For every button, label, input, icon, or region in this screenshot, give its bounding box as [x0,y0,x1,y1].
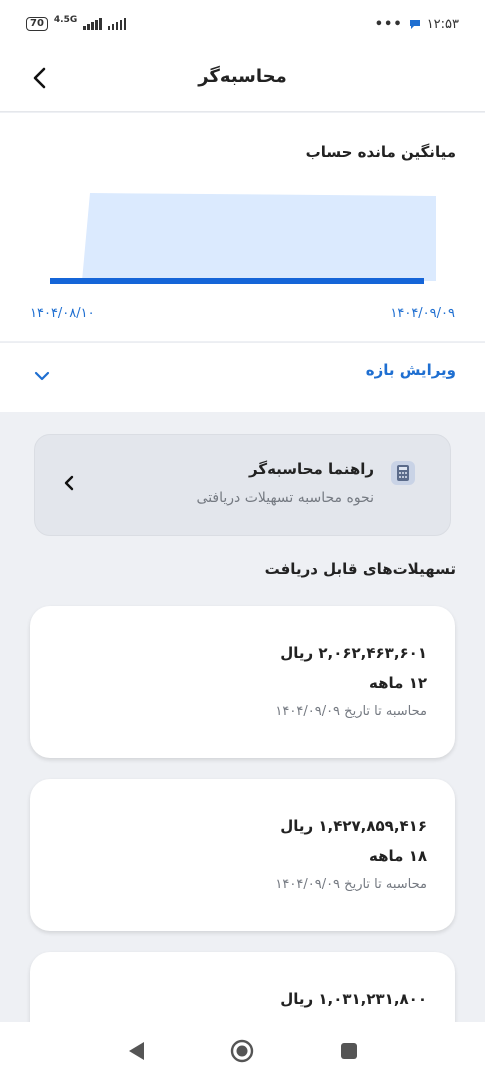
nav-home-icon[interactable] [229,1038,255,1064]
clock: ۱۲:۵۳ [426,16,459,32]
status-bar: 70 4.5G ••• ۱۲:۵۳ [0,0,485,48]
chart-date-start: ۱۴۰۴/۰۸/۱۰ [30,306,95,321]
calculator-icon [391,461,415,485]
chart-date-end: ۱۴۰۴/۰۹/۰۹ [390,306,455,321]
chevron-left-icon [33,67,46,89]
more-notifications-icon: ••• [374,16,403,32]
edit-range-button[interactable]: ویرایش بازه [0,342,485,412]
signal-icon [83,18,102,30]
status-left: 70 4.5G [26,15,127,31]
loan-calc-date: محاسبه تا تاریخ ۱۴۰۴/۰۹/۰۹ [275,704,427,719]
nav-back-icon[interactable] [124,1038,150,1064]
network-type: 4.5G [53,15,78,25]
nav-recents-icon[interactable] [336,1038,362,1064]
loan-card[interactable]: ۱,۴۲۷,۸۵۹,۴۱۶ ریال ۱۸ ماهه محاسبه تا تار… [30,779,455,931]
status-right: ••• ۱۲:۵۳ [375,17,459,32]
signal-icon-2 [107,18,127,30]
system-nav-bar [0,1022,485,1080]
back-button[interactable] [28,64,52,92]
loan-card[interactable]: ۲,۰۶۲,۴۶۳,۶۰۱ ریال ۱۲ ماهه محاسبه تا تار… [30,606,455,758]
loan-amount: ۱,۰۳۱,۲۳۱,۸۰۰ ریال [280,990,427,1008]
guide-subtitle: نحوه محاسبه تسهیلات دریافتی [196,490,374,506]
balance-chart-card: میانگین مانده حساب ۱۴۰۴/۰۸/۱۰ ۱۴۰۴/۰۹/۰۹ [0,113,485,341]
app-header: محاسبه‌گر [0,48,485,112]
chevron-down-icon [34,371,50,381]
loan-amount: ۱,۴۲۷,۸۵۹,۴۱۶ ریال [280,817,427,835]
message-icon [409,20,420,29]
loan-term: ۱۸ ماهه [369,847,427,865]
page-title: محاسبه‌گر [198,66,287,87]
loan-term: ۱۲ ماهه [369,674,427,692]
loan-amount: ۲,۰۶۲,۴۶۳,۶۰۱ ریال [280,644,427,662]
edit-range-label: ویرایش بازه [365,361,456,379]
section-title: تسهیلات‌های قابل دریافت [264,560,456,578]
guide-title: راهنما محاسبه‌گر [249,460,374,478]
chevron-left-icon [64,475,74,491]
loan-calc-date: محاسبه تا تاریخ ۱۴۰۴/۰۹/۰۹ [275,877,427,892]
battery-icon: 70 [26,17,48,31]
calculator-guide-card[interactable]: راهنما محاسبه‌گر نحوه محاسبه تسهیلات دری… [34,434,451,536]
chart-area [62,193,436,281]
